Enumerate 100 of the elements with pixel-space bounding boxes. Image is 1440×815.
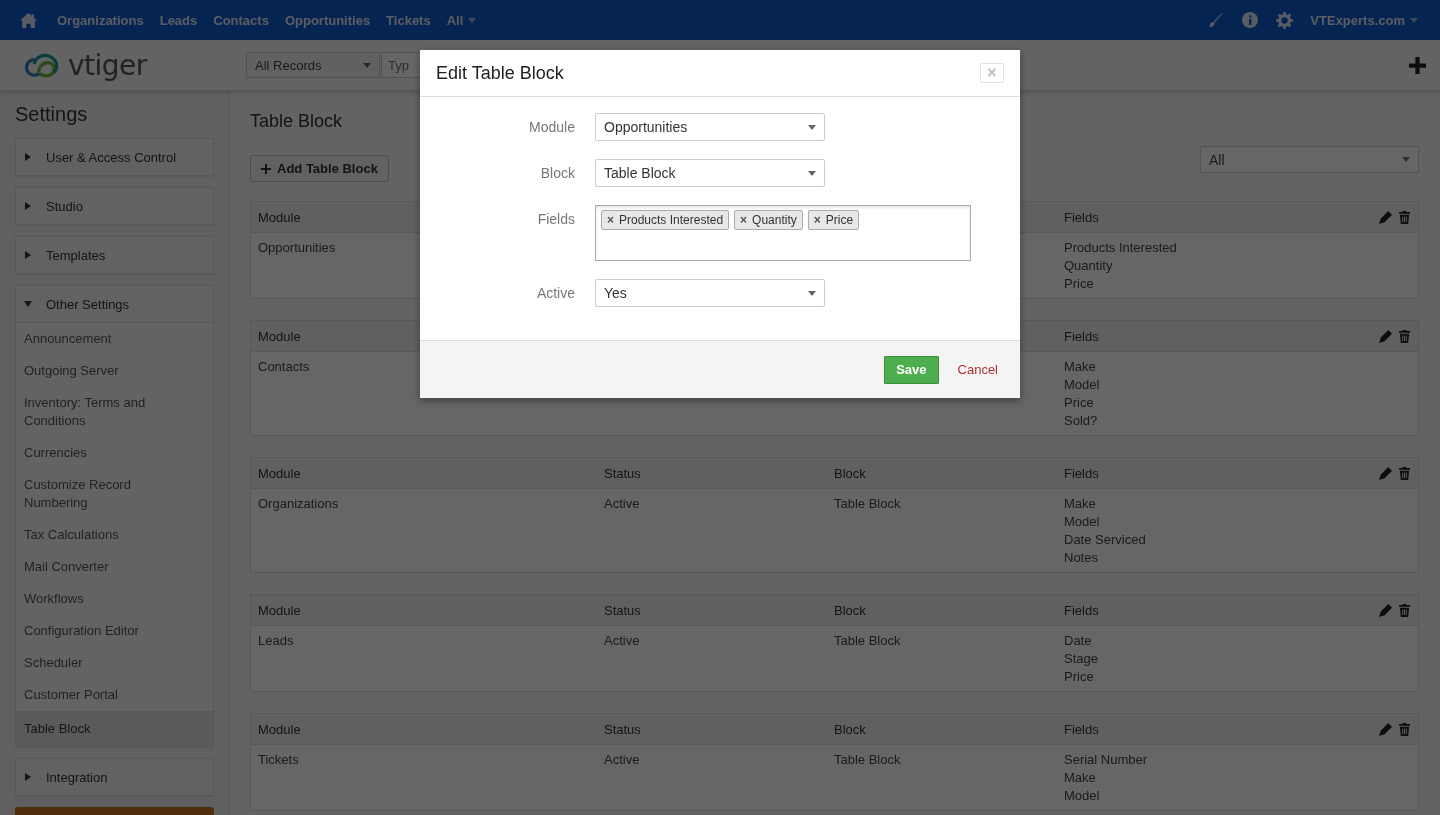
- field-label: Active: [535, 284, 575, 303]
- remove-tag-icon[interactable]: ×: [607, 213, 614, 227]
- brush-icon[interactable]: [1208, 12, 1225, 28]
- nav-menu[interactable]: All: [438, 12, 485, 28]
- sidebar-group-label: Other Settings: [46, 296, 130, 312]
- sidebar-item[interactable]: Tax Calculations: [16, 519, 213, 551]
- caret-icon: [1410, 17, 1418, 23]
- table-cell: Serial Number: [1064, 751, 1148, 769]
- caret-icon: [1402, 157, 1410, 162]
- column-header: Fields: [1064, 328, 1099, 344]
- table-cell: Contacts: [258, 358, 310, 376]
- column-header: Fields: [1064, 209, 1099, 225]
- sidebar-group-label: User & Access Control: [46, 149, 177, 165]
- add-table-block-button[interactable]: Add Table Block: [250, 155, 389, 182]
- home-icon[interactable]: [20, 12, 37, 28]
- delete-icon[interactable]: [1399, 466, 1410, 480]
- nav-link[interactable]: Organizations: [49, 12, 152, 28]
- sidebar-item[interactable]: Mail Converter: [16, 551, 213, 583]
- field-label: Module: [528, 118, 575, 137]
- sidebar-item[interactable]: Currencies: [16, 437, 213, 469]
- sidebar-group-label: Templates: [46, 247, 106, 263]
- sidebar-group-header[interactable]: User & Access Control: [16, 139, 213, 175]
- caret-icon: [808, 170, 816, 176]
- save-button[interactable]: Save: [884, 355, 939, 384]
- caret-icon: [363, 62, 371, 68]
- sidebar-group-header[interactable]: Integration: [16, 759, 213, 795]
- tags-field[interactable]: × Products Interested × Quantity × Price: [595, 205, 971, 261]
- logo-text: vtiger: [68, 48, 147, 82]
- nav-link[interactable]: Leads: [151, 12, 206, 28]
- table-cell: Table Block: [834, 495, 901, 513]
- nav-link[interactable]: Contacts: [205, 12, 277, 28]
- caret-icon: [808, 290, 816, 296]
- column-header: Status: [604, 465, 641, 481]
- edit-icon[interactable]: [1379, 603, 1392, 617]
- sidebar-item[interactable]: Scheduler: [16, 647, 213, 679]
- sidebar-item[interactable]: Outgoing Server: [16, 355, 213, 387]
- edit-icon[interactable]: [1379, 210, 1392, 224]
- sidebar-item[interactable]: Workflows: [16, 583, 213, 615]
- sidebar-item[interactable]: Inventory: Terms and Conditions: [16, 387, 213, 437]
- edit-icon[interactable]: [1379, 329, 1392, 343]
- plus-icon[interactable]: [1409, 56, 1426, 74]
- record-filter[interactable]: All Records: [246, 52, 380, 78]
- table-cell: Price: [1064, 275, 1094, 293]
- settings-icon[interactable]: [1276, 11, 1294, 29]
- table-cell: Tickets: [258, 751, 299, 769]
- table-cell: Table Block: [834, 751, 901, 769]
- table-cell: Make: [1064, 358, 1096, 376]
- sidebar-item[interactable]: Table Block: [16, 711, 213, 746]
- column-header: Fields: [1064, 721, 1099, 737]
- field-label: Block: [539, 164, 575, 183]
- column-header: Module: [258, 209, 301, 225]
- remove-tag-icon[interactable]: ×: [813, 213, 821, 227]
- column-header: Status: [604, 721, 641, 737]
- column-header: Module: [258, 602, 301, 618]
- column-header: Block: [834, 721, 866, 737]
- table-cell: Leads: [258, 632, 294, 650]
- nav-link[interactable]: Tickets: [378, 12, 439, 28]
- module-filter[interactable]: All: [1200, 146, 1419, 173]
- close-button[interactable]: ×: [980, 63, 1004, 83]
- caret-icon: [468, 17, 477, 23]
- sidebar-group-header[interactable]: Templates: [16, 237, 213, 273]
- sidebar-item[interactable]: Customer Portal: [16, 679, 213, 711]
- edit-icon[interactable]: [1379, 722, 1392, 736]
- table-cell: Make: [1064, 769, 1096, 787]
- column-header: Status: [604, 602, 641, 618]
- sidebar-group-header[interactable]: Studio: [16, 188, 213, 224]
- table-cell: Opportunities: [258, 239, 336, 257]
- select-field[interactable]: Opportunities: [595, 113, 825, 141]
- field-tag[interactable]: × Products Interested: [601, 210, 730, 230]
- select-field[interactable]: Table Block: [595, 159, 825, 187]
- sidebar-title: Settings: [15, 103, 89, 126]
- select-field[interactable]: Yes: [595, 279, 825, 307]
- sidebar-group-header[interactable]: Other Settings: [16, 286, 213, 322]
- table-cell: Table Block: [834, 632, 901, 650]
- field-label: Fields: [536, 210, 575, 229]
- delete-icon[interactable]: [1399, 722, 1410, 736]
- column-header: Block: [834, 465, 866, 481]
- delete-icon[interactable]: [1399, 210, 1410, 224]
- table-cell: Price: [1064, 394, 1094, 412]
- page-title: Table Block: [250, 110, 343, 133]
- table-cell: Make: [1064, 495, 1096, 513]
- field-tag[interactable]: × Price: [807, 210, 860, 230]
- info-icon[interactable]: [1242, 12, 1259, 28]
- edit-icon[interactable]: [1379, 466, 1392, 480]
- delete-icon[interactable]: [1399, 329, 1410, 343]
- caret-icon: [808, 124, 816, 130]
- field-tag[interactable]: × Quantity: [734, 210, 803, 230]
- sidebar-item[interactable]: Configuration Editor: [16, 615, 213, 647]
- column-header: Fields: [1064, 602, 1099, 618]
- table-cell: Active: [604, 495, 640, 513]
- table-cell: Quantity: [1064, 257, 1113, 275]
- column-header: Fields: [1064, 465, 1099, 481]
- nav-link[interactable]: Opportunities: [276, 12, 379, 28]
- cancel-link[interactable]: Cancel: [957, 362, 998, 377]
- delete-icon[interactable]: [1399, 603, 1410, 617]
- user-menu[interactable]: VTExperts.com: [1302, 12, 1426, 28]
- logo[interactable]: vtiger: [24, 48, 246, 82]
- sidebar-item[interactable]: Customize Record Numbering: [16, 469, 213, 519]
- sidebar-item[interactable]: Announcement: [16, 323, 213, 355]
- remove-tag-icon[interactable]: ×: [740, 213, 748, 227]
